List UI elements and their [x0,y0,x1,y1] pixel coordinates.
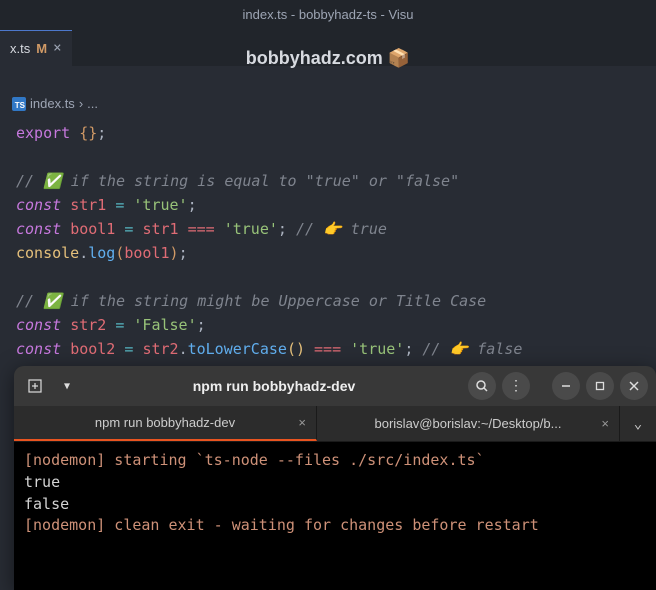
chevron-down-icon[interactable]: ⌄ [620,406,656,441]
semicolon: ; [278,220,287,238]
terminal-output[interactable]: [nodemon] starting `ts-node --files ./sr… [14,442,656,590]
semicolon: ; [97,124,106,142]
method-tolowercase: toLowerCase [188,340,287,358]
comment: // 👉️ false [422,340,522,358]
semicolon: ; [188,196,197,214]
identifier: bool1 [124,244,169,262]
close-icon[interactable]: × [601,416,609,431]
method-log: log [88,244,115,262]
menu-icon[interactable]: ⋮ [502,372,530,400]
dot: . [79,244,88,262]
keyword-export: export [16,124,70,142]
terminal-tab-label: borislav@borislav:~/Desktop/b... [375,416,562,431]
close-icon[interactable]: × [298,415,306,430]
paren-empty: () [287,340,305,358]
terminal-tab-bar: npm run bobbyhadz-dev × borislav@borisla… [14,406,656,442]
identifier: str1 [142,220,178,238]
semicolon: ; [179,244,188,262]
operator-equals: === [305,340,350,358]
terminal-line: [nodemon] starting [24,451,196,469]
comment: // ✅ if the string might be Uppercase or… [16,292,486,310]
comment: // 👉️ true [296,220,387,238]
breadcrumb[interactable]: TS index.ts › ... [0,90,656,117]
maximize-button[interactable] [586,372,614,400]
terminal-header: ▼ npm run bobbyhadz-dev ⋮ [14,366,656,406]
terminal-window: ▼ npm run bobbyhadz-dev ⋮ npm run bobbyh… [14,366,656,590]
window-titlebar: index.ts - bobbyhadz-ts - Visu [0,0,656,30]
comment: // ✅ if the string is equal to "true" or… [16,172,459,190]
close-button[interactable] [620,372,648,400]
operator-assign: = [115,340,142,358]
typescript-file-icon: TS [12,97,26,111]
chevron-right-icon: › [79,96,83,111]
terminal-line: [nodemon] clean exit - waiting for chang… [24,515,646,537]
identifier: str1 [70,196,106,214]
breadcrumb-file: index.ts [30,96,75,111]
search-icon[interactable] [468,372,496,400]
string-literal: 'true' [224,220,278,238]
terminal-title: npm run bobbyhadz-dev [86,378,462,394]
new-tab-button[interactable] [22,373,48,399]
identifier: str2 [70,316,106,334]
keyword-const: const [16,340,61,358]
semicolon: ; [197,316,206,334]
keyword-const: const [16,316,61,334]
code-editor[interactable]: export {}; // ✅ if the string is equal t… [0,117,656,389]
keyword-const: const [16,196,61,214]
string-literal: 'true' [133,196,187,214]
identifier: str2 [142,340,178,358]
terminal-tab-label: npm run bobbyhadz-dev [95,415,235,430]
minimize-button[interactable] [552,372,580,400]
braces: {} [70,124,97,142]
terminal-line: `ts-node --files ./src/index.ts` [196,451,485,469]
string-literal: 'False' [133,316,196,334]
paren-close: ) [170,244,179,262]
terminal-tab-active[interactable]: npm run bobbyhadz-dev × [14,406,317,441]
dot: . [179,340,188,358]
terminal-line: false [24,494,646,516]
terminal-tab[interactable]: borislav@borislav:~/Desktop/b... × [317,406,620,441]
operator-assign: = [106,196,133,214]
keyword-const: const [16,220,61,238]
watermark-text: bobbyhadz.com 📦 [0,48,656,69]
operator-assign: = [106,316,133,334]
operator-assign: = [115,220,142,238]
terminal-line: true [24,472,646,494]
chevron-down-icon[interactable]: ▼ [54,373,80,399]
identifier: bool1 [70,220,115,238]
identifier: bool2 [70,340,115,358]
object-console: console [16,244,79,262]
string-literal: 'true' [350,340,404,358]
operator-equals: === [179,220,224,238]
breadcrumb-rest: ... [87,96,98,111]
